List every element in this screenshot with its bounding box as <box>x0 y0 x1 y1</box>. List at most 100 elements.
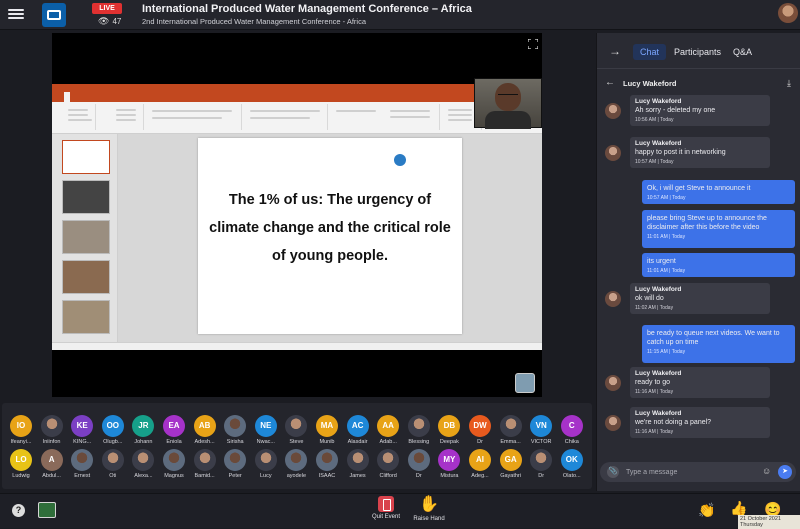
participant-avatar: DB <box>438 415 461 437</box>
participant-tile[interactable]: LO Ludwig <box>5 449 37 479</box>
participant-tile[interactable]: OK Olato... <box>556 449 588 479</box>
participant-tile[interactable]: KE KING... <box>66 415 98 445</box>
participant-tile[interactable]: DW Dr <box>464 415 496 445</box>
participant-avatar: AB <box>193 415 216 437</box>
viewer-count-value: 47 <box>112 17 122 26</box>
participant-tile[interactable]: Oti <box>97 449 129 479</box>
live-badge: LIVE <box>92 3 122 14</box>
viewer-count: 👁 47 <box>98 16 121 27</box>
participant-tile[interactable]: C Chika <box>556 415 588 445</box>
participant-tile[interactable]: Iniinfon <box>36 415 68 445</box>
hamburger-menu-icon[interactable] <box>8 7 24 23</box>
participant-tile[interactable]: James <box>342 449 374 479</box>
chat-message: its urgent 11:01 AM | Today <box>642 253 795 277</box>
layout-icon[interactable] <box>38 502 56 518</box>
participant-avatar: OO <box>101 415 124 437</box>
participant-avatar <box>193 449 216 471</box>
clap-reaction-icon[interactable]: 👏 <box>698 502 715 519</box>
participant-tile[interactable]: VN VICTOR <box>525 415 557 445</box>
participant-tile[interactable]: A Abdul... <box>36 449 68 479</box>
slide-logo <box>394 154 454 168</box>
participant-tile[interactable]: Dr <box>403 449 435 479</box>
participant-name: ISAAC <box>318 473 336 479</box>
participant-tile[interactable]: Peter <box>219 449 251 479</box>
participant-avatar <box>101 449 124 471</box>
participant-tile[interactable]: DB Deepak <box>433 415 465 445</box>
participant-tile[interactable]: JR Johann <box>127 415 159 445</box>
participant-tile[interactable]: Ernest <box>66 449 98 479</box>
message-timestamp: 11:02 AM | Today <box>635 305 674 311</box>
participant-avatar <box>285 449 308 471</box>
participant-tile[interactable]: Lucy <box>250 449 282 479</box>
participant-tile[interactable]: EA Eniola <box>158 415 190 445</box>
participant-avatar: IO <box>10 415 32 437</box>
participant-tile[interactable]: Clifford <box>372 449 404 479</box>
participant-tile[interactable]: GA Gayathri <box>495 449 527 479</box>
message-input[interactable] <box>626 466 756 478</box>
participant-name: ayodele <box>286 473 307 479</box>
message-text: please bring Steve up to announce the di… <box>647 215 767 231</box>
participant-tile[interactable]: AI Adeg... <box>464 449 496 479</box>
participant-avatar: DW <box>469 415 491 437</box>
fullscreen-icon[interactable] <box>527 36 539 50</box>
system-date-overlay: 21 October 2021 Thursday <box>738 515 800 529</box>
participant-avatar <box>407 449 430 471</box>
emoji-icon[interactable]: ☺ <box>762 466 771 476</box>
raise-hand-button[interactable]: ✋ Raise Hand <box>410 496 448 522</box>
user-avatar[interactable] <box>778 3 798 23</box>
participant-name: Eniola <box>166 439 182 445</box>
participant-tile[interactable]: Emma... <box>495 415 527 445</box>
participant-name: Dr <box>538 473 545 479</box>
attach-icon[interactable]: 📎 <box>607 466 619 478</box>
participant-tile[interactable]: NE Nwac... <box>250 415 282 445</box>
participant-name: Munib <box>319 439 335 445</box>
help-icon[interactable]: ? <box>12 504 25 517</box>
tab-qa[interactable]: Q&A <box>726 44 759 60</box>
participant-avatar: AA <box>377 415 400 437</box>
participant-tile[interactable]: MA Munib <box>311 415 343 445</box>
send-button[interactable]: ➤ <box>778 465 792 479</box>
ppt-ribbon <box>52 102 542 134</box>
message-timestamp: 10:57 AM | Today <box>647 195 686 201</box>
current-slide: The 1% of us: The urgency of climate cha… <box>198 138 462 334</box>
download-icon[interactable]: ⤓ <box>787 78 791 89</box>
message-author: Lucy Wakeford <box>635 140 682 147</box>
participant-tile[interactable]: IO Ifeanyi... <box>5 415 37 445</box>
organizer-logo-icon <box>515 373 535 393</box>
participant-tile[interactable]: Dr <box>525 449 557 479</box>
participant-tile[interactable]: OO Olugb... <box>97 415 129 445</box>
tab-participants[interactable]: Participants <box>667 44 728 60</box>
message-timestamp: 11:16 AM | Today <box>635 389 674 395</box>
participant-tile[interactable]: AB Adesh... <box>189 415 221 445</box>
slide-thumbnail <box>62 260 110 294</box>
chat-message: Lucy Wakeford ok will do 11:02 AM | Today <box>630 283 770 314</box>
hand-icon: ✋ <box>419 496 439 513</box>
panel-header: → Chat Participants Q&A <box>597 33 800 69</box>
participant-tile[interactable]: Steve <box>280 415 312 445</box>
eye-icon: 👁 <box>98 16 110 26</box>
participant-tile[interactable]: MY Mistura <box>433 449 465 479</box>
participant-name: Dr <box>477 439 483 445</box>
participant-avatar: EA <box>163 415 185 437</box>
participant-tile[interactable]: Blessing <box>403 415 435 445</box>
participant-tile[interactable]: AA Adab... <box>372 415 404 445</box>
participant-tile[interactable]: Bamid... <box>189 449 221 479</box>
back-arrow-icon[interactable]: ← <box>605 77 615 88</box>
chat-message: Ok, i will get Steve to announce it 10:57… <box>642 180 795 204</box>
participant-avatar: MY <box>438 449 461 471</box>
slide-thumbnail <box>62 220 110 254</box>
participant-tile[interactable]: Sirisha <box>219 415 251 445</box>
participant-tile[interactable]: ayodele <box>280 449 312 479</box>
top-bar: LIVE 👁 47 International Produced Water M… <box>0 0 800 30</box>
collapse-panel-icon[interactable]: → <box>609 44 621 58</box>
slide-thumbnail <box>62 140 110 174</box>
chat-message: please bring Steve up to announce the di… <box>642 210 795 248</box>
participant-tile[interactable]: Magnus <box>158 449 190 479</box>
participant-tile[interactable]: ISAAC <box>311 449 343 479</box>
quit-event-button[interactable]: Quit Event <box>368 496 404 520</box>
participant-tile[interactable]: AC Alasdair <box>342 415 374 445</box>
participant-tile[interactable]: Alexa... <box>127 449 159 479</box>
tab-chat[interactable]: Chat <box>633 44 667 60</box>
message-avatar <box>605 145 621 161</box>
participant-avatar <box>407 415 430 437</box>
